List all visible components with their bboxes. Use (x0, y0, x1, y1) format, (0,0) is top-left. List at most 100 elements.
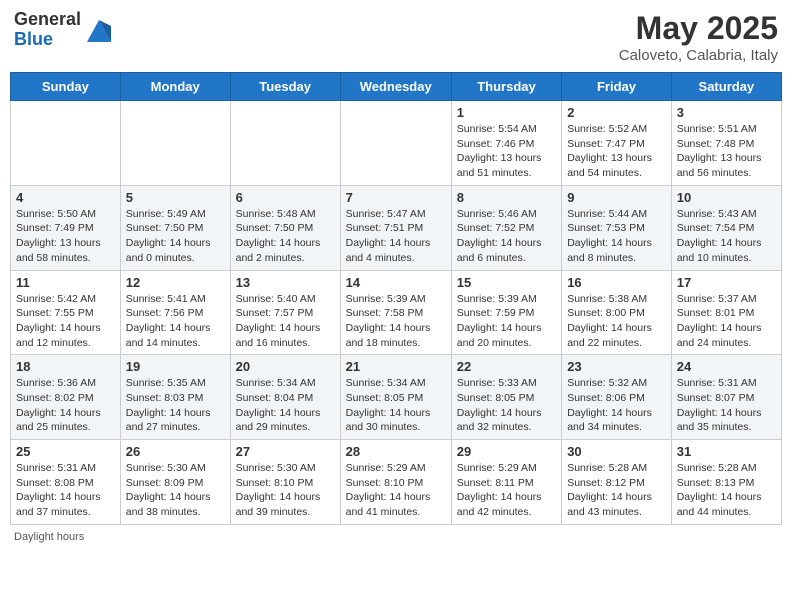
day-number: 27 (236, 444, 335, 459)
calendar-cell: 11 Sunrise: 5:42 AM Sunset: 7:55 PM Dayli… (11, 270, 121, 355)
month-year-title: May 2025 (619, 10, 778, 47)
day-number: 6 (236, 190, 335, 205)
calendar-week-row: 25 Sunrise: 5:31 AM Sunset: 8:08 PM Dayli… (11, 440, 782, 525)
calendar-cell: 1 Sunrise: 5:54 AM Sunset: 7:46 PM Daylig… (451, 101, 561, 186)
calendar-week-row: 11 Sunrise: 5:42 AM Sunset: 7:55 PM Dayli… (11, 270, 782, 355)
day-number: 5 (126, 190, 225, 205)
calendar-cell: 25 Sunrise: 5:31 AM Sunset: 8:08 PM Dayli… (11, 440, 121, 525)
calendar-table: SundayMondayTuesdayWednesdayThursdayFrid… (10, 72, 782, 525)
day-number: 30 (567, 444, 666, 459)
day-number: 1 (457, 105, 556, 120)
weekday-header: Wednesday (340, 73, 451, 101)
calendar-cell: 19Sunrise: 5:35 AM Sunset: 8:03 PM Dayli… (120, 355, 230, 440)
day-number: 20 (236, 359, 335, 374)
calendar-cell: 10Sunrise: 5:43 AM Sunset: 7:54 PM Dayli… (671, 185, 781, 270)
day-number: 25 (16, 444, 115, 459)
calendar-cell: 6 Sunrise: 5:48 AM Sunset: 7:50 PM Daylig… (230, 185, 340, 270)
day-info: Sunrise: 5:36 AM Sunset: 8:02 PM Dayligh… (16, 376, 115, 435)
title-block: May 2025 Caloveto, Calabria, Italy (619, 10, 778, 64)
day-number: 11 (16, 275, 115, 290)
calendar-cell: 13 Sunrise: 5:40 AM Sunset: 7:57 PM Dayli… (230, 270, 340, 355)
calendar-cell: 3 Sunrise: 5:51 AM Sunset: 7:48 PM Daylig… (671, 101, 781, 186)
day-number: 14 (346, 275, 446, 290)
weekday-header: Monday (120, 73, 230, 101)
day-number: 13 (236, 275, 335, 290)
day-info: Sunrise: 5:52 AM Sunset: 7:47 PM Dayligh… (567, 122, 666, 181)
day-info: Sunrise: 5:35 AM Sunset: 8:03 PM Dayligh… (126, 376, 225, 435)
day-info: Sunrise: 5:39 AM Sunset: 7:58 PM Dayligh… (346, 292, 446, 351)
calendar-cell: 7 Sunrise: 5:47 AM Sunset: 7:51 PM Daylig… (340, 185, 451, 270)
calendar-cell: 28Sunrise: 5:29 AM Sunset: 8:10 PM Dayli… (340, 440, 451, 525)
daylight-hours-label: Daylight hours (14, 531, 84, 543)
calendar-cell (340, 101, 451, 186)
day-info: Sunrise: 5:49 AM Sunset: 7:50 PM Dayligh… (126, 207, 225, 266)
day-number: 28 (346, 444, 446, 459)
day-info: Sunrise: 5:30 AM Sunset: 8:09 PM Dayligh… (126, 461, 225, 520)
calendar-cell: 16Sunrise: 5:38 AM Sunset: 8:00 PM Dayli… (562, 270, 672, 355)
day-info: Sunrise: 5:28 AM Sunset: 8:13 PM Dayligh… (677, 461, 776, 520)
calendar-cell: 2Sunrise: 5:52 AM Sunset: 7:47 PM Daylig… (562, 101, 672, 186)
day-number: 17 (677, 275, 776, 290)
day-info: Sunrise: 5:33 AM Sunset: 8:05 PM Dayligh… (457, 376, 556, 435)
calendar-cell (230, 101, 340, 186)
day-info: Sunrise: 5:40 AM Sunset: 7:57 PM Dayligh… (236, 292, 335, 351)
day-info: Sunrise: 5:37 AM Sunset: 8:01 PM Dayligh… (677, 292, 776, 351)
day-number: 12 (126, 275, 225, 290)
day-number: 18 (16, 359, 115, 374)
day-info: Sunrise: 5:29 AM Sunset: 8:11 PM Dayligh… (457, 461, 556, 520)
day-number: 21 (346, 359, 446, 374)
calendar-cell: 24Sunrise: 5:31 AM Sunset: 8:07 PM Dayli… (671, 355, 781, 440)
day-info: Sunrise: 5:48 AM Sunset: 7:50 PM Dayligh… (236, 207, 335, 266)
day-info: Sunrise: 5:54 AM Sunset: 7:46 PM Dayligh… (457, 122, 556, 181)
calendar-week-row: 4Sunrise: 5:50 AM Sunset: 7:49 PM Daylig… (11, 185, 782, 270)
logo-blue-text: Blue (14, 30, 81, 50)
day-number: 15 (457, 275, 556, 290)
day-info: Sunrise: 5:41 AM Sunset: 7:56 PM Dayligh… (126, 292, 225, 351)
day-info: Sunrise: 5:34 AM Sunset: 8:05 PM Dayligh… (346, 376, 446, 435)
location-subtitle: Caloveto, Calabria, Italy (619, 47, 778, 64)
day-info: Sunrise: 5:51 AM Sunset: 7:48 PM Dayligh… (677, 122, 776, 181)
day-info: Sunrise: 5:43 AM Sunset: 7:54 PM Dayligh… (677, 207, 776, 266)
weekday-header: Tuesday (230, 73, 340, 101)
day-number: 9 (567, 190, 666, 205)
day-number: 16 (567, 275, 666, 290)
day-number: 31 (677, 444, 776, 459)
day-info: Sunrise: 5:39 AM Sunset: 7:59 PM Dayligh… (457, 292, 556, 351)
day-number: 23 (567, 359, 666, 374)
day-number: 8 (457, 190, 556, 205)
weekday-header: Saturday (671, 73, 781, 101)
day-info: Sunrise: 5:47 AM Sunset: 7:51 PM Dayligh… (346, 207, 446, 266)
calendar-cell: 9 Sunrise: 5:44 AM Sunset: 7:53 PM Daylig… (562, 185, 672, 270)
calendar-cell: 21 Sunrise: 5:34 AM Sunset: 8:05 PM Dayli… (340, 355, 451, 440)
weekday-header: Friday (562, 73, 672, 101)
footer: Daylight hours (10, 531, 782, 543)
calendar-cell: 18 Sunrise: 5:36 AM Sunset: 8:02 PM Dayli… (11, 355, 121, 440)
calendar-cell (11, 101, 121, 186)
day-info: Sunrise: 5:28 AM Sunset: 8:12 PM Dayligh… (567, 461, 666, 520)
calendar-cell: 22Sunrise: 5:33 AM Sunset: 8:05 PM Dayli… (451, 355, 561, 440)
logo-icon (85, 16, 113, 44)
day-info: Sunrise: 5:46 AM Sunset: 7:52 PM Dayligh… (457, 207, 556, 266)
day-number: 29 (457, 444, 556, 459)
calendar-week-row: 18 Sunrise: 5:36 AM Sunset: 8:02 PM Dayli… (11, 355, 782, 440)
day-info: Sunrise: 5:31 AM Sunset: 8:07 PM Dayligh… (677, 376, 776, 435)
weekday-header: Thursday (451, 73, 561, 101)
calendar-cell: 4Sunrise: 5:50 AM Sunset: 7:49 PM Daylig… (11, 185, 121, 270)
day-info: Sunrise: 5:30 AM Sunset: 8:10 PM Dayligh… (236, 461, 335, 520)
calendar-cell: 20Sunrise: 5:34 AM Sunset: 8:04 PM Dayli… (230, 355, 340, 440)
calendar-cell: 12 Sunrise: 5:41 AM Sunset: 7:56 PM Dayli… (120, 270, 230, 355)
day-number: 7 (346, 190, 446, 205)
calendar-cell: 5 Sunrise: 5:49 AM Sunset: 7:50 PM Daylig… (120, 185, 230, 270)
weekday-header-row: SundayMondayTuesdayWednesdayThursdayFrid… (11, 73, 782, 101)
calendar-cell: 26Sunrise: 5:30 AM Sunset: 8:09 PM Dayli… (120, 440, 230, 525)
calendar-cell: 14 Sunrise: 5:39 AM Sunset: 7:58 PM Dayli… (340, 270, 451, 355)
day-number: 3 (677, 105, 776, 120)
page-header: General Blue May 2025 Caloveto, Calabria… (10, 10, 782, 64)
calendar-cell: 15 Sunrise: 5:39 AM Sunset: 7:59 PM Dayli… (451, 270, 561, 355)
day-info: Sunrise: 5:42 AM Sunset: 7:55 PM Dayligh… (16, 292, 115, 351)
day-info: Sunrise: 5:44 AM Sunset: 7:53 PM Dayligh… (567, 207, 666, 266)
day-info: Sunrise: 5:31 AM Sunset: 8:08 PM Dayligh… (16, 461, 115, 520)
calendar-cell: 27 Sunrise: 5:30 AM Sunset: 8:10 PM Dayli… (230, 440, 340, 525)
logo-general-text: General (14, 10, 81, 30)
calendar-cell: 29 Sunrise: 5:29 AM Sunset: 8:11 PM Dayli… (451, 440, 561, 525)
